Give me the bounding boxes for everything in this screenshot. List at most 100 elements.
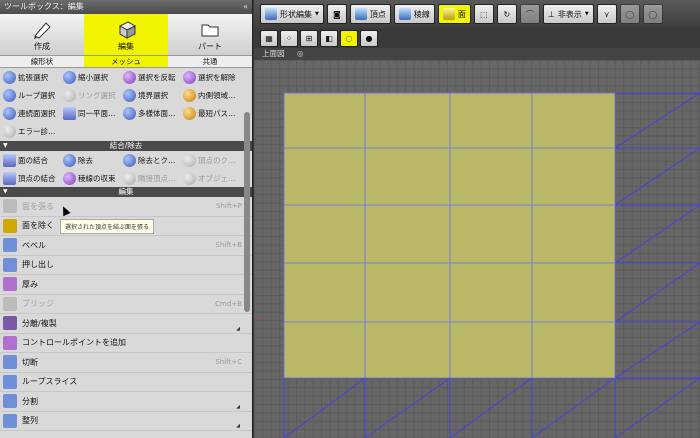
tool-button[interactable]: 除去とク… bbox=[123, 151, 183, 169]
hidden-button[interactable]: ⊥ 非表示 ▼ bbox=[542, 4, 594, 24]
tool-button[interactable]: 境界選択 bbox=[123, 86, 183, 104]
edge-label: 稜線 bbox=[413, 9, 430, 19]
tool-button[interactable]: 頂点のク… bbox=[183, 151, 243, 169]
edit-tool-icon bbox=[3, 296, 17, 311]
vertex-label: 頂点 bbox=[369, 9, 386, 19]
edit-tool-icon bbox=[3, 218, 17, 233]
tool-button[interactable]: 同一平面… bbox=[63, 104, 123, 122]
mode-tab-part[interactable]: パート bbox=[168, 14, 252, 55]
main-toolbar: 形状編集 ▼ ◙ 頂点 稜線 面 ⬚ ↻ ⌒ ⊥ 非表示 ▼ ⋎ ◯ ◯ bbox=[254, 0, 700, 28]
subtab-common[interactable]: 共通 bbox=[168, 56, 252, 67]
edit-tool-row[interactable]: ループスライス bbox=[0, 373, 252, 392]
edit-tool-row[interactable]: 分離/複製 ◢ bbox=[0, 314, 252, 334]
refresh-button[interactable]: ↻ bbox=[496, 4, 517, 24]
grid-points-button[interactable]: ⁘ bbox=[280, 29, 298, 47]
tool-label: 縮小選択 bbox=[78, 72, 108, 82]
tool-button[interactable]: 拡張選択 bbox=[3, 68, 63, 86]
subtab-curve[interactable]: 線形状 bbox=[0, 56, 84, 67]
curve-button[interactable]: ⌒ bbox=[519, 4, 540, 24]
tool-icon bbox=[63, 153, 76, 167]
hidden-label: 非表示 bbox=[557, 9, 582, 19]
tool-button[interactable]: 除去 bbox=[63, 151, 123, 169]
tool-label: 最短パス… bbox=[198, 108, 236, 118]
tool-button[interactable]: オブジェ… bbox=[183, 169, 243, 187]
error-check-button[interactable]: エラー診… bbox=[0, 122, 252, 141]
edit-tool-row[interactable]: ベベル Shift+B bbox=[0, 236, 252, 256]
transform-icon: ⋎ bbox=[603, 9, 610, 19]
edit-tool-row[interactable]: コントロールポイントを追加 bbox=[0, 334, 252, 353]
edit-tool-row[interactable]: 整列 ◢ bbox=[0, 412, 252, 431]
sphere-button[interactable]: ● bbox=[360, 29, 378, 47]
section-edit-header[interactable]: ▼ 編集 bbox=[0, 187, 252, 197]
transform-button[interactable]: ⋎ bbox=[596, 4, 617, 24]
tool-icon: ◯ bbox=[648, 9, 658, 19]
tool-button[interactable]: ループ選択 bbox=[3, 86, 63, 104]
tool-label: リング選択 bbox=[78, 90, 116, 100]
face-mode-button[interactable]: 面 bbox=[437, 4, 471, 24]
tool-label: 選択を解除 bbox=[198, 72, 236, 82]
tool-button[interactable]: 連続面選択 bbox=[3, 104, 63, 122]
select-rect-button[interactable]: ⬚ bbox=[473, 4, 494, 24]
disabled-button-1[interactable]: ◯ bbox=[619, 4, 640, 24]
shading-button[interactable]: ◧ bbox=[320, 29, 338, 47]
frame-button[interactable]: ⊞ bbox=[300, 29, 318, 47]
collapse-icon[interactable]: « bbox=[243, 0, 248, 14]
edit-tool-row[interactable]: 厚み bbox=[0, 275, 252, 295]
tool-button[interactable]: 最短パス… bbox=[183, 104, 243, 122]
tool-button[interactable]: 縮小選択 bbox=[63, 68, 123, 86]
sphere-icon: ● bbox=[365, 33, 373, 43]
tool-button[interactable]: リング選択 bbox=[63, 86, 123, 104]
mode-tab-create[interactable]: 作成 bbox=[0, 14, 84, 55]
tool-icon bbox=[183, 70, 196, 84]
tool-button[interactable]: 頂点の結合 bbox=[3, 169, 63, 187]
edit-tool-row[interactable]: 分割 ◢ bbox=[0, 392, 252, 412]
submenu-corner-icon: ◢ bbox=[236, 423, 240, 429]
tool-label: 除去 bbox=[78, 155, 93, 165]
edit-tool-row[interactable]: 押し出し bbox=[0, 256, 252, 275]
edit-tool-icon bbox=[3, 316, 17, 331]
edit-tool-row[interactable]: 切断 Shift+C bbox=[0, 353, 252, 373]
edit-tool-row[interactable]: 面を張る Shift+P bbox=[0, 197, 252, 217]
tool-label: 連続面選択 bbox=[18, 108, 56, 118]
disabled-button-2[interactable]: ◯ bbox=[642, 4, 663, 24]
tool-button[interactable]: 面の結合 bbox=[3, 151, 63, 169]
edit-tool-label: ブリッジ bbox=[22, 299, 54, 309]
tool-label: 拡張選択 bbox=[18, 72, 48, 82]
edge-icon bbox=[398, 8, 411, 20]
tool-button[interactable]: 多様体面… bbox=[123, 104, 183, 122]
edit-tool-icon bbox=[3, 199, 17, 214]
section-join-header[interactable]: ▼ 結合/除去 bbox=[0, 141, 252, 151]
tool-label: 隣接頂点… bbox=[138, 173, 176, 183]
mesh-view-button[interactable]: ▦ bbox=[260, 29, 278, 47]
vertex-mode-button[interactable]: 頂点 bbox=[349, 4, 391, 24]
shape-edit-button[interactable]: 形状編集 ▼ bbox=[260, 4, 324, 24]
tool-button[interactable]: 内側領域… bbox=[183, 86, 243, 104]
edge-mode-button[interactable]: 稜線 bbox=[393, 4, 435, 24]
error-check-label: エラー診… bbox=[18, 127, 56, 136]
tool-button[interactable]: 隣接頂点… bbox=[123, 169, 183, 187]
view-name[interactable]: 上面図 bbox=[262, 49, 285, 58]
tool-button[interactable]: 選択を反転 bbox=[123, 68, 183, 86]
selected-face[interactable] bbox=[284, 93, 615, 378]
tool-button[interactable]: 選択を解除 bbox=[183, 68, 243, 86]
camera-button[interactable]: ◙ bbox=[326, 4, 347, 24]
tool-label: 除去とク… bbox=[138, 155, 176, 165]
view-target-icon[interactable]: ◎ bbox=[297, 49, 304, 58]
edit-tool-row[interactable]: ブリッジ Cmd+B bbox=[0, 295, 252, 314]
subtab-mesh[interactable]: メッシュ bbox=[84, 56, 168, 67]
grid-points-icon: ⁘ bbox=[285, 33, 293, 43]
edit-tool-label: 切断 bbox=[22, 357, 38, 367]
tool-label: 面の結合 bbox=[18, 155, 48, 165]
lasso-button[interactable]: ◌ bbox=[340, 29, 358, 47]
tool-icon bbox=[63, 106, 76, 120]
tool-button[interactable]: 稜線の収束 bbox=[63, 169, 123, 187]
scrollbar[interactable] bbox=[244, 112, 250, 312]
edit-tool-label: ベベル bbox=[22, 240, 46, 250]
tool-icon bbox=[3, 88, 16, 102]
mesh-canvas[interactable] bbox=[254, 60, 700, 438]
edit-tool-icon bbox=[3, 277, 17, 292]
tool-icon bbox=[123, 88, 136, 102]
tool-icon bbox=[123, 171, 136, 185]
3d-viewport[interactable] bbox=[254, 60, 700, 438]
mode-tab-edit[interactable]: 編集 bbox=[84, 14, 168, 55]
